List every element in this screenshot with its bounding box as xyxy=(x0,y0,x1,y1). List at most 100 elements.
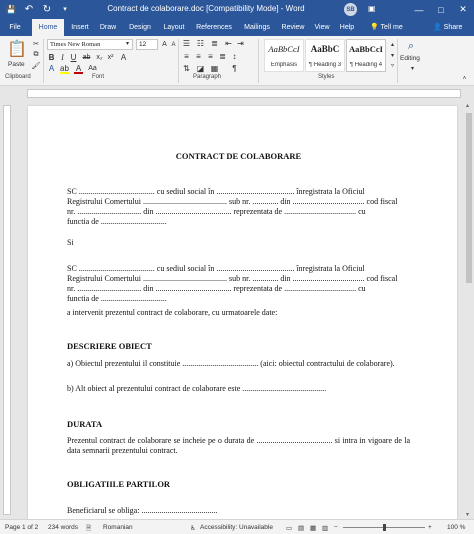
proofing-icon[interactable]: 🗎 xyxy=(86,524,91,534)
page-count[interactable]: Page 1 of 2 xyxy=(5,524,38,531)
styles-group-label: Styles xyxy=(318,74,335,80)
style-emphasis[interactable]: AaBbCcI Emphasis xyxy=(264,39,304,72)
scroll-up-icon[interactable]: ▴ xyxy=(466,102,469,109)
tab-insert[interactable]: Insert xyxy=(67,19,93,36)
ribbon-display-icon[interactable]: ▣ xyxy=(368,4,376,13)
copy-icon[interactable]: ⧉ xyxy=(31,50,41,60)
tab-references[interactable]: References xyxy=(192,19,236,36)
document-page[interactable]: CONTRACT DE COLABORARE SC ..............… xyxy=(28,106,457,519)
grow-font-icon[interactable]: A xyxy=(160,40,169,50)
tab-draw[interactable]: Draw xyxy=(96,19,120,36)
tab-review[interactable]: Review xyxy=(278,19,308,36)
subscript-icon[interactable]: x₂ xyxy=(95,53,104,63)
borders-icon[interactable]: ▦ xyxy=(210,64,219,74)
styles-more-icon[interactable]: ▿ xyxy=(388,61,397,71)
customize-qat-icon[interactable]: ▾ xyxy=(58,2,72,16)
zoom-level[interactable]: 100 % xyxy=(447,524,465,531)
italic-icon[interactable]: I xyxy=(58,53,67,63)
font-group-label: Font xyxy=(92,74,105,80)
line-spacing-icon[interactable]: ↕ xyxy=(230,52,239,62)
align-center-icon[interactable]: ≡ xyxy=(194,52,203,62)
ruler-scale[interactable] xyxy=(27,89,461,98)
avatar[interactable]: SB xyxy=(344,3,357,16)
tab-help[interactable]: Help xyxy=(336,19,358,36)
vertical-scrollbar[interactable]: ▴ ▾ xyxy=(464,101,474,519)
document-area: CONTRACT DE COLABORARE SC ..............… xyxy=(14,101,474,519)
save-icon[interactable]: 💾 xyxy=(4,2,18,16)
style-heading-4[interactable]: AaBbCcI ¶ Heading 4 xyxy=(346,39,386,72)
style-sample: AaBbCcI xyxy=(268,44,300,54)
close-button[interactable]: ✕ xyxy=(452,0,474,19)
collapse-ribbon-icon[interactable]: ˄ xyxy=(460,74,469,84)
tab-file[interactable]: File xyxy=(4,19,26,36)
underline-icon[interactable]: U xyxy=(69,53,78,63)
share-icon: 👤 xyxy=(433,24,442,31)
language-indicator[interactable]: Romanian xyxy=(103,524,133,531)
multilevel-list-icon[interactable]: ≣ xyxy=(210,39,219,49)
strikethrough-icon[interactable]: ab xyxy=(82,53,91,63)
accessibility-status[interactable]: Accessibility: Unavailable xyxy=(200,524,273,531)
bullets-icon[interactable]: ☰ xyxy=(182,39,191,49)
superscript-icon[interactable]: x² xyxy=(106,53,115,63)
zoom-in-icon[interactable]: + xyxy=(428,524,432,531)
redo-icon[interactable]: ↻ xyxy=(40,2,54,16)
zoom-slider[interactable] xyxy=(343,524,425,531)
font-dropdown-icon[interactable]: ▾ xyxy=(123,39,132,49)
tab-mailings[interactable]: Mailings xyxy=(240,19,274,36)
status-bar: Page 1 of 2 234 words 🗎 Romanian ♿ Acces… xyxy=(0,519,474,534)
tab-design[interactable]: Design xyxy=(124,19,156,36)
align-right-icon[interactable]: ≡ xyxy=(206,52,215,62)
styles-scroll-up-icon[interactable]: ▴ xyxy=(388,40,397,50)
undo-icon[interactable]: ↶ xyxy=(22,2,36,16)
font-size-select[interactable]: 12 xyxy=(136,39,158,50)
tab-layout[interactable]: Layout xyxy=(160,19,188,36)
editing-button[interactable]: Editing xyxy=(400,55,420,62)
justify-icon[interactable]: ≣ xyxy=(218,52,227,62)
party1-line: functia de .............................… xyxy=(67,217,167,226)
show-formatting-icon[interactable]: ¶ xyxy=(230,64,239,74)
paste-icon[interactable]: 📋 xyxy=(6,38,28,60)
clear-format-icon[interactable]: A xyxy=(119,53,128,63)
bold-icon[interactable]: B xyxy=(47,53,56,63)
sort-icon[interactable]: ⇅ xyxy=(182,64,191,74)
styles-scroll-down-icon[interactable]: ▾ xyxy=(388,51,397,61)
style-heading-3[interactable]: AaBbC ¶ Heading 3 xyxy=(305,39,345,72)
tell-me-box[interactable]: 💡 Tell me xyxy=(370,19,403,36)
editing-dropdown-icon[interactable]: ▾ xyxy=(408,64,417,74)
shrink-font-icon[interactable]: A xyxy=(169,40,178,50)
party1-line: nr. ................................ din… xyxy=(67,207,366,216)
change-case-icon[interactable]: Aa xyxy=(88,64,97,74)
focus-mode-icon[interactable]: ▭ xyxy=(286,524,292,532)
zoom-slider-thumb[interactable] xyxy=(383,524,386,531)
tab-view[interactable]: View xyxy=(311,19,333,36)
print-layout-icon[interactable]: ▦ xyxy=(310,524,316,532)
cut-icon[interactable]: ✂ xyxy=(31,39,41,49)
read-mode-icon[interactable]: ▤ xyxy=(298,524,304,532)
ribbon-tabs: File Home Insert Draw Design Layout Refe… xyxy=(0,19,474,36)
lightbulb-icon: 💡 xyxy=(370,24,379,31)
horizontal-ruler xyxy=(0,87,474,100)
paste-button-label[interactable]: Paste xyxy=(8,61,25,68)
minimize-button[interactable]: — xyxy=(408,0,430,19)
zoom-out-icon[interactable]: − xyxy=(334,524,338,531)
font-name-select[interactable]: Times New Roman xyxy=(47,39,133,50)
maximize-button[interactable]: □ xyxy=(430,0,452,19)
web-layout-icon[interactable]: ▥ xyxy=(322,524,328,532)
increase-indent-icon[interactable]: ⇥ xyxy=(236,39,245,49)
decrease-indent-icon[interactable]: ⇤ xyxy=(224,39,233,49)
font-color-icon[interactable]: A xyxy=(74,64,83,74)
word-count[interactable]: 234 words xyxy=(48,524,78,531)
party1-block: SC .....................................… xyxy=(67,187,410,227)
vertical-ruler[interactable] xyxy=(3,105,11,515)
highlight-icon[interactable]: ab xyxy=(60,64,69,74)
shading-icon[interactable]: ◪ xyxy=(196,64,205,74)
text-effects-icon[interactable]: A xyxy=(47,64,56,74)
share-button[interactable]: 👤 Share xyxy=(433,19,462,36)
scrollbar-thumb[interactable] xyxy=(466,113,472,283)
scroll-down-icon[interactable]: ▾ xyxy=(466,511,469,518)
format-painter-icon[interactable]: 🖌 xyxy=(31,61,41,71)
find-icon[interactable]: ⌕ xyxy=(404,39,418,53)
tab-home[interactable]: Home xyxy=(32,19,64,36)
align-left-icon[interactable]: ≡ xyxy=(182,52,191,62)
numbering-icon[interactable]: ☷ xyxy=(196,39,205,49)
